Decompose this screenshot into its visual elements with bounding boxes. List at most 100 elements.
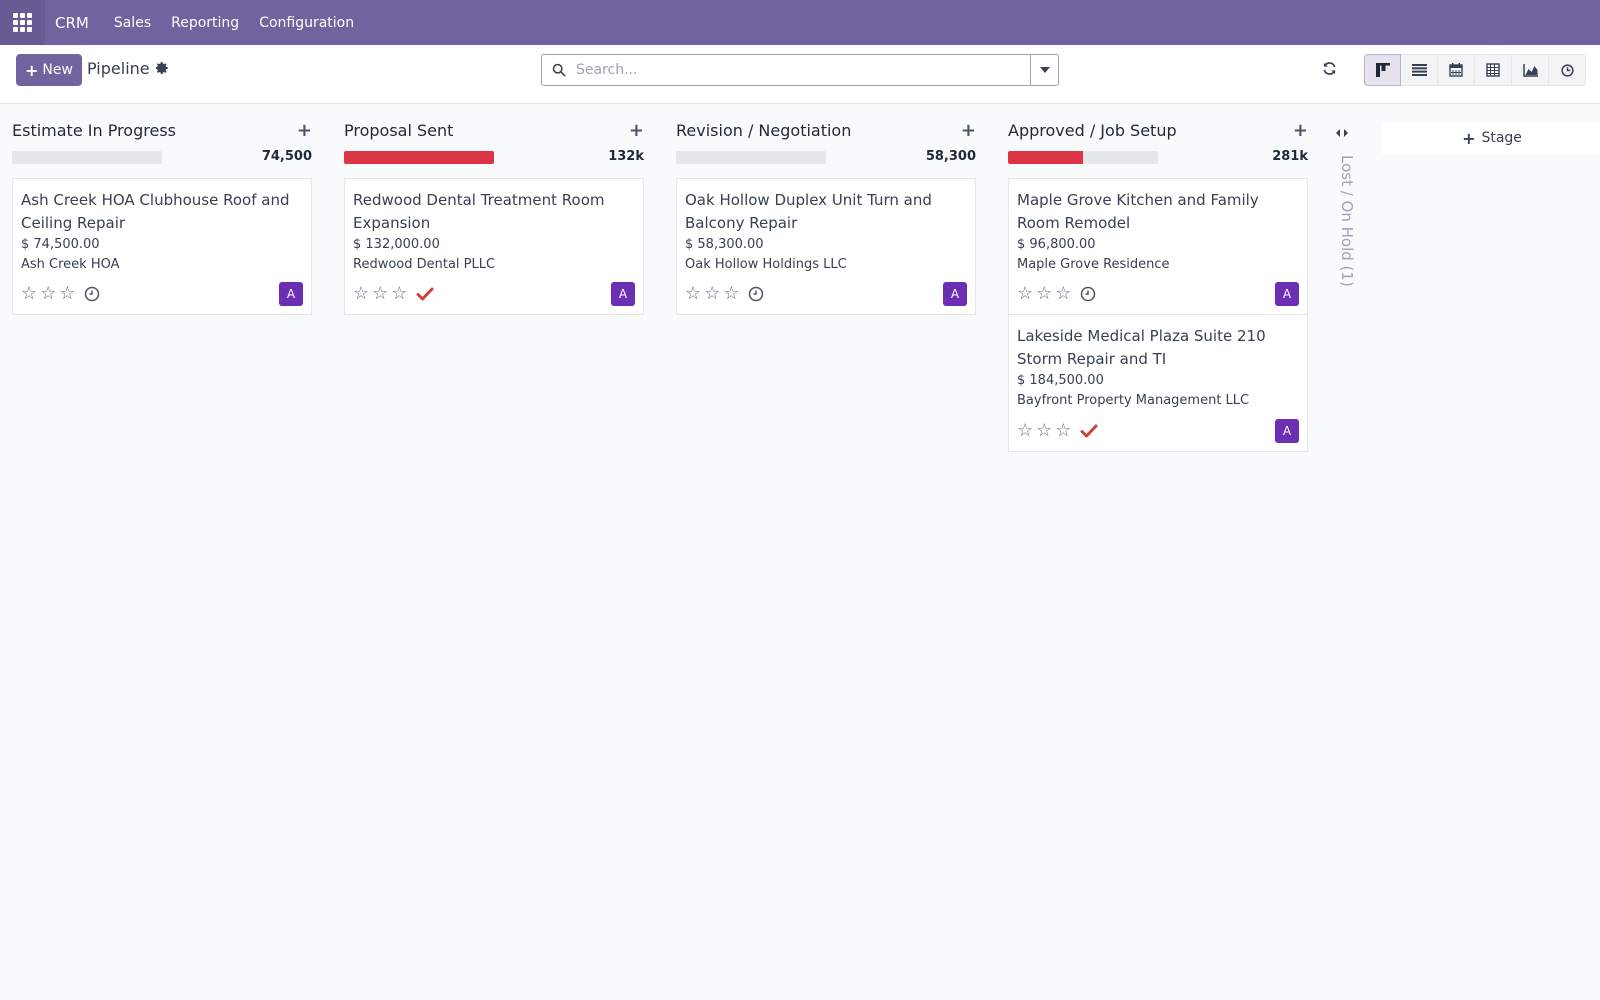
- card-list: Ash Creek HOA Clubhouse Roof and Ceiling…: [12, 178, 312, 315]
- graph-view-button[interactable]: [1512, 54, 1549, 86]
- card-footer: ☆ ☆ ☆ A: [1017, 419, 1299, 443]
- new-button[interactable]: + New: [16, 54, 82, 86]
- plus-icon: +: [1462, 128, 1476, 148]
- quick-create-plus-icon[interactable]: +: [629, 120, 644, 141]
- star-icon[interactable]: ☆: [1036, 285, 1052, 303]
- view-switcher: [1364, 54, 1586, 86]
- search-icon: [542, 63, 576, 77]
- star-icon[interactable]: ☆: [40, 285, 56, 303]
- card-amount: $ 74,500.00: [21, 237, 100, 252]
- activity-icon: [1560, 63, 1574, 77]
- star-icon[interactable]: ☆: [391, 285, 407, 303]
- card-partner: Oak Hollow Holdings LLC: [685, 257, 847, 272]
- column-header: Proposal Sent + 132k: [344, 104, 644, 164]
- card-title: Lakeside Medical Plaza Suite 210 Storm R…: [1017, 327, 1266, 368]
- add-stage-button[interactable]: + Stage: [1382, 122, 1600, 154]
- list-view-button[interactable]: [1401, 54, 1438, 86]
- control-panel: + New Pipeline: [0, 45, 1600, 104]
- card-list: Redwood Dental Treatment Room Expansion …: [344, 178, 644, 315]
- card-footer: ☆ ☆ ☆ A: [21, 282, 303, 306]
- card-list: Maple Grove Kitchen and Family Room Remo…: [1008, 178, 1308, 452]
- check-icon[interactable]: [1080, 423, 1098, 439]
- column-progress-bar[interactable]: [344, 151, 494, 164]
- column-header: Approved / Job Setup + 281k: [1008, 104, 1308, 164]
- clock-icon[interactable]: [748, 286, 764, 302]
- search-bar: [541, 54, 1059, 86]
- star-icon[interactable]: ☆: [1055, 285, 1071, 303]
- menu-sales[interactable]: Sales: [104, 15, 161, 31]
- activity-view-button[interactable]: [1549, 54, 1586, 86]
- expand-column-icon[interactable]: [1335, 127, 1349, 141]
- calendar-icon: [1449, 63, 1463, 77]
- quick-create-plus-icon[interactable]: +: [961, 120, 976, 141]
- card-title: Ash Creek HOA Clubhouse Roof and Ceiling…: [21, 191, 290, 232]
- column-total: 74,500: [261, 149, 312, 164]
- avatar[interactable]: A: [1275, 419, 1299, 443]
- column-progress-bar[interactable]: [12, 151, 162, 164]
- column-total: 281k: [1272, 149, 1308, 164]
- page-title: Pipeline: [87, 59, 150, 78]
- card-footer: ☆ ☆ ☆ A: [1017, 282, 1299, 306]
- star-icon[interactable]: ☆: [59, 285, 75, 303]
- column-total: 58,300: [925, 149, 976, 164]
- refresh-icon[interactable]: [1322, 61, 1337, 80]
- avatar[interactable]: A: [279, 282, 303, 306]
- star-icon[interactable]: ☆: [353, 285, 369, 303]
- calendar-view-button[interactable]: [1438, 54, 1475, 86]
- star-icon[interactable]: ☆: [1055, 422, 1071, 440]
- clock-icon[interactable]: [84, 286, 100, 302]
- kanban-card[interactable]: Ash Creek HOA Clubhouse Roof and Ceiling…: [12, 178, 312, 315]
- star-icon[interactable]: ☆: [1036, 422, 1052, 440]
- progress-fill: [344, 151, 494, 164]
- top-navbar: CRM Sales Reporting Configuration: [0, 0, 1600, 45]
- search-options-toggle[interactable]: [1030, 55, 1058, 85]
- search-input[interactable]: [576, 56, 1030, 84]
- check-icon[interactable]: [416, 286, 434, 302]
- column-title[interactable]: Approved / Job Setup: [1008, 121, 1177, 140]
- column-title[interactable]: Estimate In Progress: [12, 121, 176, 140]
- kanban-card[interactable]: Oak Hollow Duplex Unit Turn and Balcony …: [676, 178, 976, 315]
- avatar[interactable]: A: [611, 282, 635, 306]
- menu-configuration[interactable]: Configuration: [249, 15, 364, 31]
- clock-icon[interactable]: [1080, 286, 1096, 302]
- kanban-card[interactable]: Redwood Dental Treatment Room Expansion …: [344, 178, 644, 315]
- star-icon[interactable]: ☆: [704, 285, 720, 303]
- column-total: 132k: [608, 149, 644, 164]
- folded-column[interactable]: Lost / On Hold (1): [1335, 125, 1357, 305]
- avatar[interactable]: A: [943, 282, 967, 306]
- quick-create-plus-icon[interactable]: +: [1293, 120, 1308, 141]
- star-icon[interactable]: ☆: [21, 285, 37, 303]
- star-icon[interactable]: ☆: [1017, 285, 1033, 303]
- pivot-icon: [1486, 63, 1500, 77]
- apps-menu-button[interactable]: [0, 0, 45, 45]
- column-title[interactable]: Revision / Negotiation: [676, 121, 851, 140]
- avatar[interactable]: A: [1275, 282, 1299, 306]
- card-footer: ☆ ☆ ☆ A: [685, 282, 967, 306]
- app-brand[interactable]: CRM: [50, 14, 94, 32]
- kanban-card[interactable]: Lakeside Medical Plaza Suite 210 Storm R…: [1008, 315, 1308, 452]
- card-title: Redwood Dental Treatment Room Expansion: [353, 191, 605, 232]
- column-progress-bar[interactable]: [1008, 151, 1158, 164]
- pivot-view-button[interactable]: [1475, 54, 1512, 86]
- progress-fill: [1008, 151, 1083, 164]
- graph-icon: [1522, 63, 1538, 77]
- card-footer: ☆ ☆ ☆ A: [353, 282, 635, 306]
- kanban-card[interactable]: Maple Grove Kitchen and Family Room Remo…: [1008, 178, 1308, 315]
- quick-create-plus-icon[interactable]: +: [297, 120, 312, 141]
- star-icon[interactable]: ☆: [723, 285, 739, 303]
- star-icon[interactable]: ☆: [372, 285, 388, 303]
- column-progress-bar[interactable]: [676, 151, 826, 164]
- card-partner: Maple Grove Residence: [1017, 257, 1170, 272]
- menu-reporting[interactable]: Reporting: [161, 15, 249, 31]
- new-button-label: New: [42, 62, 73, 78]
- card-partner: Ash Creek HOA: [21, 257, 120, 272]
- kanban-view-button[interactable]: [1364, 54, 1401, 86]
- star-icon[interactable]: ☆: [1017, 422, 1033, 440]
- gear-icon[interactable]: [155, 61, 169, 79]
- column-header: Revision / Negotiation + 58,300: [676, 104, 976, 164]
- star-icon[interactable]: ☆: [685, 285, 701, 303]
- column-title[interactable]: Proposal Sent: [344, 121, 453, 140]
- plus-icon: +: [25, 60, 39, 80]
- kanban-icon: [1375, 63, 1390, 77]
- card-title: Maple Grove Kitchen and Family Room Remo…: [1017, 191, 1259, 232]
